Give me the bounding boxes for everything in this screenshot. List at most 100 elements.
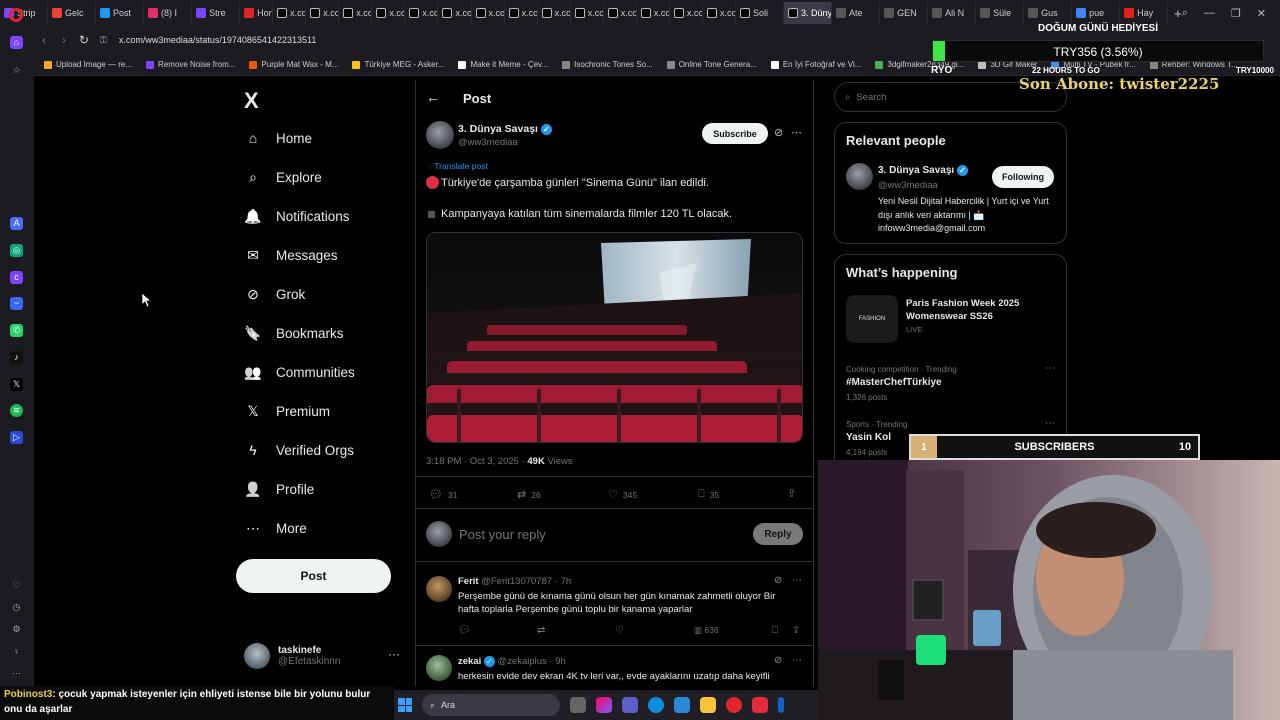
- explorer-icon[interactable]: [700, 697, 716, 713]
- grok-explain-icon[interactable]: ⊘: [774, 655, 782, 666]
- browser-tab[interactable]: x.co: [306, 2, 340, 24]
- x-logo-icon[interactable]: X: [244, 88, 259, 114]
- browser-tab[interactable]: Süle: [976, 2, 1025, 24]
- browser-tab[interactable]: x.co: [273, 2, 307, 24]
- bookmark-action[interactable]: ⎕ 35: [698, 488, 719, 501]
- spotify-icon[interactable]: ≋: [10, 404, 23, 417]
- settings-icon[interactable]: ⚙: [10, 623, 23, 636]
- browser-tab[interactable]: x.co: [604, 2, 637, 24]
- browser-tab[interactable]: x.co: [703, 2, 737, 24]
- app-icon[interactable]: [752, 697, 768, 713]
- more-options-icon[interactable]: ⋯: [792, 655, 802, 666]
- copilot-icon[interactable]: [596, 697, 612, 713]
- browser-tab[interactable]: x.co: [505, 2, 538, 24]
- windows-start-icon[interactable]: [398, 698, 412, 712]
- home-icon[interactable]: ⌂: [10, 36, 23, 49]
- repost-action[interactable]: ⇄ 26: [517, 488, 541, 501]
- reply-icon[interactable]: 💬︎: [458, 625, 471, 636]
- share-icon[interactable]: ⇪: [792, 625, 800, 636]
- event-thumbnail[interactable]: FASHION: [846, 295, 898, 343]
- following-button[interactable]: Following: [992, 166, 1054, 188]
- close-icon[interactable]: ✕: [1257, 7, 1266, 20]
- browser-tab[interactable]: Hon: [240, 2, 274, 24]
- translate-post-link[interactable]: ◌ Translate post: [427, 161, 488, 171]
- more-options-icon[interactable]: ⋯: [791, 126, 802, 139]
- browser-tab[interactable]: (8) I: [144, 2, 193, 24]
- account-switcher[interactable]: taskinefe @Efetaskinnn ···: [244, 643, 400, 669]
- more-options-icon[interactable]: ⋯: [792, 575, 802, 586]
- search-tabs-icon[interactable]: ⌕: [1182, 7, 1188, 20]
- nav-item-bookmarks[interactable]: 🔖 Bookmarks: [244, 324, 343, 342]
- browser-tab[interactable]: Post: [96, 2, 145, 24]
- author-avatar[interactable]: [426, 121, 454, 149]
- bookmark-item[interactable]: Türkiye MEG - Asker...: [352, 60, 444, 69]
- browser-tab[interactable]: x.co: [339, 2, 373, 24]
- share-icon[interactable]: ⇪: [787, 487, 796, 500]
- reply-avatar[interactable]: [426, 655, 452, 681]
- edge-icon[interactable]: [648, 697, 664, 713]
- more-icon[interactable]: ⋯: [10, 667, 23, 680]
- nav-item-home[interactable]: ⌂ Home: [244, 129, 312, 147]
- app-icon[interactable]: [778, 697, 784, 713]
- browser-tab[interactable]: Strip: [0, 2, 49, 24]
- reply-author[interactable]: Ferit: [458, 576, 479, 587]
- browser-tab[interactable]: x.co: [571, 2, 604, 24]
- history-icon[interactable]: ◷: [10, 601, 23, 614]
- forward-arrow-icon[interactable]: ›: [54, 33, 74, 47]
- bookmark-item[interactable]: Isochronic Tones So...: [562, 60, 653, 69]
- post-button[interactable]: Post: [236, 559, 391, 593]
- nav-item-grok[interactable]: ⊘ Grok: [244, 285, 305, 303]
- browser-tab[interactable]: Gus: [1024, 2, 1073, 24]
- teams-icon[interactable]: [622, 697, 638, 713]
- store-icon[interactable]: [674, 697, 690, 713]
- chatgpt-icon[interactable]: ◎: [10, 244, 23, 257]
- like-action[interactable]: ♡ 345: [608, 488, 637, 501]
- browser-tab[interactable]: Ali N: [928, 2, 977, 24]
- bulb-icon[interactable]: ♀: [10, 645, 23, 658]
- browser-tab[interactable]: x.co: [372, 2, 406, 24]
- site-info-icon[interactable]: ⚿: [100, 35, 107, 46]
- x-app-icon[interactable]: 𝕏: [10, 378, 23, 391]
- author-name[interactable]: 3. Dünya Savaşı ✓: [458, 123, 552, 135]
- bookmark-item[interactable]: Remove Noise from...: [146, 60, 235, 69]
- more-options-icon[interactable]: ⋯: [1045, 363, 1055, 374]
- reply-author[interactable]: zekai: [458, 656, 481, 667]
- nav-item-verified-orgs[interactable]: ϟ Verified Orgs: [244, 441, 354, 459]
- opera-icon[interactable]: [726, 697, 742, 713]
- account-menu-icon[interactable]: ···: [388, 647, 400, 661]
- browser-tab[interactable]: x.co: [405, 2, 439, 24]
- url-field[interactable]: x.com/ww3mediaa/status/19740865414223135…: [119, 35, 316, 45]
- bookmark-item[interactable]: En İyi Fotoğraf ve Vi...: [770, 60, 861, 69]
- nav-item-premium[interactable]: 𝕏 Premium: [244, 402, 330, 420]
- nav-item-messages[interactable]: ✉ Messages: [244, 246, 337, 264]
- author-handle[interactable]: @ww3mediaa: [458, 137, 518, 148]
- messenger-icon[interactable]: ~: [10, 297, 23, 310]
- trend-name[interactable]: Yasin Kol: [846, 432, 891, 443]
- person-avatar[interactable]: [846, 163, 873, 190]
- post-image[interactable]: [426, 232, 803, 443]
- browser-tab[interactable]: Hay: [1120, 2, 1169, 24]
- browser-tab[interactable]: Soli: [736, 2, 785, 24]
- browser-tab[interactable]: Gelc: [48, 2, 97, 24]
- person-name[interactable]: 3. Dünya Savaşı ✓: [878, 165, 968, 176]
- player-icon[interactable]: ▷: [10, 431, 23, 444]
- reply-button[interactable]: Reply: [753, 523, 803, 545]
- trend-name[interactable]: #MasterChefTürkiye: [846, 377, 942, 388]
- star-icon[interactable]: ☆: [10, 64, 23, 77]
- bookmark-item[interactable]: Purple Mat Wax - M...: [249, 60, 338, 69]
- bookmark-icon[interactable]: ⎕: [772, 625, 778, 636]
- bookmark-item[interactable]: Online Tone Genera...: [666, 60, 757, 69]
- nav-item-explore[interactable]: ⌕ Explore: [244, 168, 322, 186]
- minimize-icon[interactable]: —: [1204, 7, 1215, 20]
- back-arrow-icon[interactable]: ←: [426, 89, 440, 105]
- new-tab-button[interactable]: +: [1174, 6, 1182, 21]
- browser-tab[interactable]: x.co: [472, 2, 505, 24]
- browser-tab[interactable]: x.co: [670, 2, 703, 24]
- app-icon[interactable]: c: [10, 271, 23, 284]
- bookmark-item[interactable]: Make it Meme - Çev...: [458, 60, 548, 69]
- browser-tab[interactable]: pue: [1072, 2, 1121, 24]
- nav-item-communities[interactable]: 👥 Communities: [244, 363, 355, 381]
- nav-item-notifications[interactable]: 🔔 Notifications: [244, 207, 349, 225]
- nav-item-profile[interactable]: 👤 Profile: [244, 480, 314, 498]
- browser-tab[interactable]: Ate: [832, 2, 881, 24]
